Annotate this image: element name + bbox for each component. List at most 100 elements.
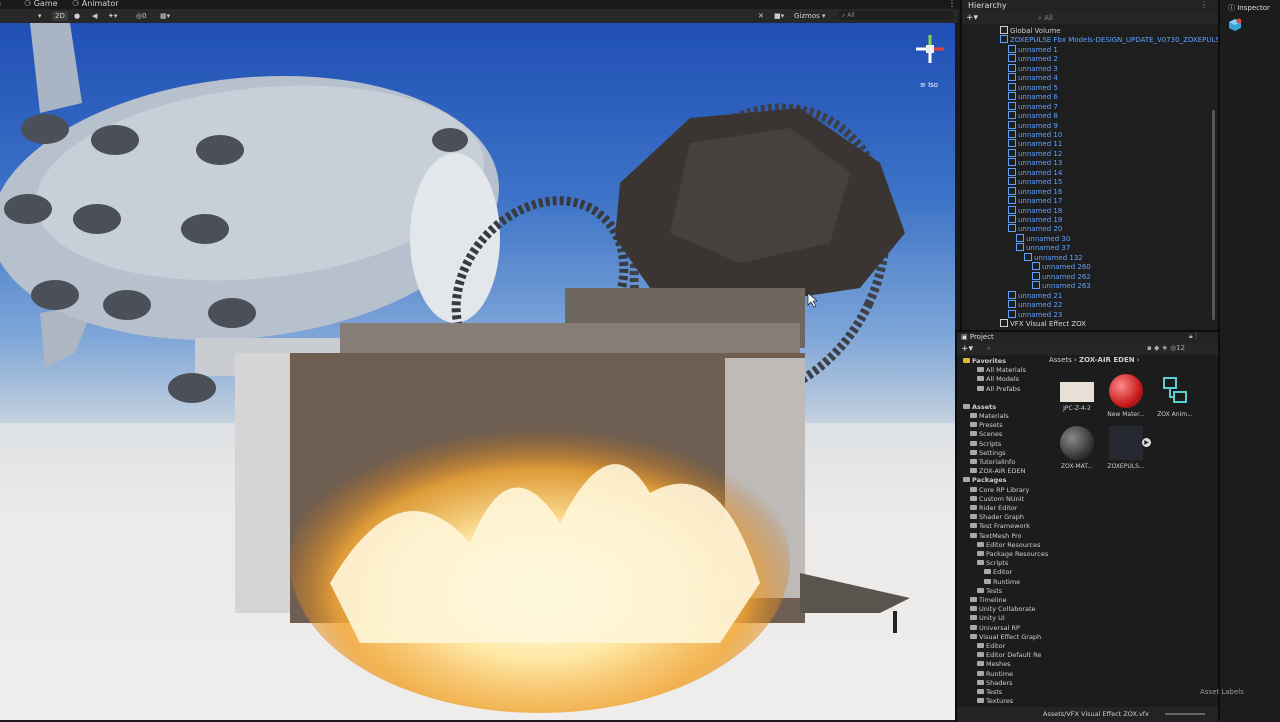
tools-icon[interactable]: ✕: [758, 11, 764, 21]
asset-folder[interactable]: Scenes: [970, 430, 1002, 438]
hierarchy-item-label: unnamed 2: [1018, 55, 1058, 64]
asset-zoxepulse[interactable]: ▶ ZOXEPULS...: [1104, 426, 1151, 470]
scene-toolbar: ▾ 2D ● ◀ ✦▾ ◎0 ▦▾ ✕ ■▾ Gizmos ▾ ⌕ All: [0, 9, 958, 24]
lighting-toggle-icon[interactable]: ●: [74, 11, 80, 21]
hierarchy-scrollbar[interactable]: [1212, 110, 1215, 320]
create-button[interactable]: +▾: [966, 13, 978, 23]
package-folder[interactable]: Runtime: [977, 670, 1013, 678]
project-create-button[interactable]: +▾: [961, 344, 973, 354]
folder-icon: [977, 698, 984, 704]
hierarchy-item-label: unnamed 19: [1018, 216, 1063, 224]
hierarchy-item-label: unnamed 22: [1018, 301, 1063, 310]
favorites-section[interactable]: Favorites: [963, 357, 1006, 365]
breadcrumb-root[interactable]: Assets: [1049, 356, 1072, 364]
gameobject-icon: [1008, 54, 1016, 63]
hierarchy-search-input[interactable]: ⌕ All: [1038, 14, 1053, 23]
project-lock-icon[interactable]: 🔒︎⋮: [1189, 332, 1200, 341]
scene-search-input[interactable]: ⌕ All: [838, 11, 954, 20]
favorite-item[interactable]: All Models: [977, 375, 1019, 383]
grid-toggle-icon[interactable]: ▦▾: [160, 11, 170, 21]
package-folder[interactable]: Visual Effect Graph: [970, 633, 1041, 641]
hierarchy-item-label: unnamed 17: [1018, 197, 1063, 206]
audio-toggle-icon[interactable]: ◀: [92, 11, 97, 21]
play-icon[interactable]: ▶: [1142, 438, 1151, 447]
asset-folder[interactable]: TutorialInfo: [970, 458, 1015, 466]
package-folder[interactable]: TextMesh Pro: [970, 532, 1022, 540]
folder-icon: [977, 385, 984, 391]
hierarchy-item[interactable]: VFX Visual Effect ZOX: [1000, 318, 1086, 329]
gizmos-dropdown[interactable]: Gizmos ▾: [794, 11, 826, 21]
folder-icon: [970, 449, 977, 455]
package-folder[interactable]: Package Resources: [977, 550, 1048, 558]
project-title: ▣ Project: [961, 333, 994, 341]
folder-icon: [977, 376, 984, 382]
package-folder[interactable]: Test Framework: [970, 522, 1030, 530]
tab-animator[interactable]: ⚆ Animator: [72, 0, 119, 8]
folder-icon: [970, 532, 977, 538]
assets-section[interactable]: Assets: [963, 403, 996, 411]
orientation-gizmo-icon[interactable]: [912, 31, 948, 67]
scene-render: [0, 23, 955, 720]
package-folder[interactable]: Editor Resources: [977, 541, 1041, 549]
package-folder[interactable]: Rider Editor: [970, 504, 1017, 512]
package-folder[interactable]: Tests: [977, 688, 1002, 696]
draw-mode-dropdown[interactable]: ▾: [38, 11, 42, 21]
breadcrumb-current[interactable]: ZOX-AIR EDEN: [1079, 356, 1135, 364]
package-folder[interactable]: Shader Graph: [970, 513, 1024, 521]
package-folder[interactable]: Timeline: [970, 596, 1007, 604]
asset-zox-mat[interactable]: ZOX-MAT...: [1055, 426, 1099, 470]
package-folder[interactable]: Unity Collaborate: [970, 605, 1036, 613]
asset-folder[interactable]: ZOX-AIR EDEN: [970, 467, 1026, 475]
tab-game[interactable]: ⚆ Game: [24, 0, 58, 8]
asset-folder[interactable]: Materials: [970, 412, 1009, 420]
project-search-input[interactable]: ⌕: [987, 345, 990, 353]
package-folder[interactable]: Runtime: [984, 578, 1020, 586]
hierarchy-item-label: unnamed 4: [1018, 74, 1058, 83]
package-folder[interactable]: Core RP Library: [970, 486, 1029, 494]
scene-viewport[interactable]: ≡ Iso: [0, 23, 955, 720]
project-toolbar: +▾ ⌕ ▪ ◆ ★ ◎12: [957, 343, 1218, 355]
package-folder[interactable]: Meshes: [977, 660, 1011, 668]
hierarchy-item-label: unnamed 13: [1018, 159, 1063, 168]
package-folder[interactable]: Textures: [977, 697, 1013, 705]
gameobject-icon: [1008, 309, 1016, 318]
effects-toggle-icon[interactable]: ✦▾: [108, 11, 117, 21]
hierarchy-item-label: unnamed 14: [1018, 168, 1063, 177]
package-folder[interactable]: Editor: [977, 642, 1005, 650]
asset-folder[interactable]: Settings: [970, 449, 1006, 457]
folder-icon: [970, 615, 977, 621]
hierarchy-menu-icon[interactable]: ⋮: [1200, 0, 1208, 9]
thumbnail-size-slider[interactable]: [1165, 713, 1205, 715]
package-folder[interactable]: Custom NUnit: [970, 495, 1024, 503]
project-filter-icons[interactable]: ▪ ◆ ★ ◎12: [1147, 344, 1185, 352]
gameobject-icon: [1000, 318, 1008, 327]
hierarchy-item-label: unnamed 3: [1018, 64, 1058, 73]
package-folder[interactable]: Editor Default Re: [977, 651, 1041, 659]
asset-zox-anim[interactable]: ZOX Anim...: [1153, 374, 1197, 418]
hidden-objects-toggle[interactable]: ◎0: [136, 11, 147, 21]
projection-label[interactable]: ≡ Iso: [920, 81, 938, 89]
camera-settings-icon[interactable]: ■▾: [774, 11, 784, 21]
package-folder[interactable]: Universal RP: [970, 624, 1020, 632]
package-folder[interactable]: Editor: [984, 568, 1012, 576]
hierarchy-item-label: unnamed 23: [1018, 310, 1063, 319]
folder-icon: [963, 477, 970, 483]
favorite-item[interactable]: All Prefabs: [977, 385, 1020, 393]
tab-scene-fragment[interactable]: e: [0, 0, 1, 8]
package-folder[interactable]: Tests: [977, 587, 1002, 595]
asset-jpc[interactable]: JPC-Z-4-2: [1055, 374, 1099, 412]
package-folder[interactable]: Shaders: [977, 679, 1012, 687]
package-folder[interactable]: Unity UI: [970, 614, 1005, 622]
asset-folder[interactable]: Scripts: [970, 440, 1001, 448]
airship-top-fin: [30, 23, 82, 113]
mode-2d-toggle[interactable]: 2D: [52, 11, 68, 21]
favorite-item[interactable]: All Materials: [977, 366, 1026, 374]
tab-menu-icon[interactable]: ⋮: [948, 0, 956, 8]
package-folder[interactable]: Scripts: [977, 559, 1008, 567]
asset-folder[interactable]: Presets: [970, 421, 1003, 429]
inspector-cube-icon: [1228, 18, 1242, 32]
packages-section[interactable]: Packages: [963, 476, 1006, 484]
folder-icon: [977, 689, 984, 694]
hierarchy-item-label: unnamed 20: [1018, 225, 1063, 234]
asset-new-material[interactable]: New Mater...: [1104, 374, 1148, 418]
